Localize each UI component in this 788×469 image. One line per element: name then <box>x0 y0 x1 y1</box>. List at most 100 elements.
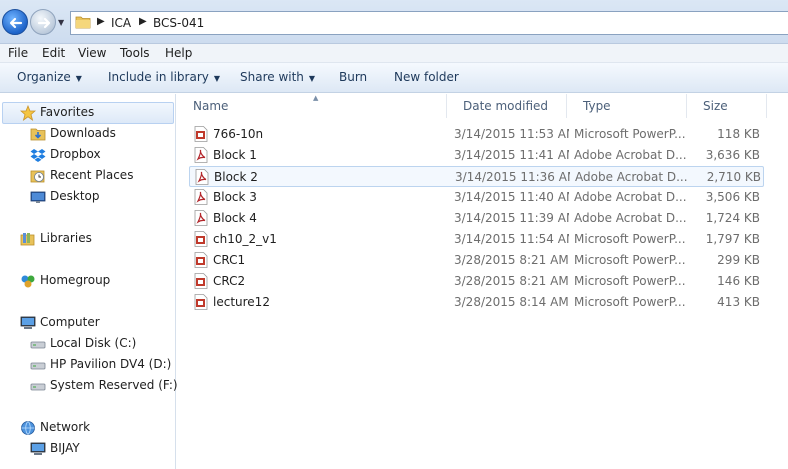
file-name: lecture12 <box>213 295 270 309</box>
file-date-modified: 3/14/2015 11:39 AM <box>454 211 569 225</box>
pdf-icon <box>195 169 209 185</box>
file-date-modified: 3/14/2015 11:41 AM <box>454 148 569 162</box>
file-date-modified: 3/14/2015 11:40 AM <box>454 190 569 204</box>
file-size: 413 KB <box>717 295 760 309</box>
burn-button[interactable]: Burn <box>339 70 367 84</box>
hard-drive-icon <box>30 341 46 349</box>
table-row[interactable]: Block 4 3/14/2015 11:39 AM Adobe Acrobat D… <box>189 208 764 229</box>
file-size: 146 KB <box>717 274 760 288</box>
column-header-name[interactable]: Name <box>177 94 447 118</box>
chevron-down-icon: ▼ <box>213 74 221 83</box>
file-date-modified: 3/14/2015 11:53 AM <box>454 127 569 141</box>
table-row[interactable]: Block 3 3/14/2015 11:40 AM Adobe Acrobat D… <box>189 187 764 208</box>
file-name: CRC1 <box>213 253 246 267</box>
table-row[interactable]: 766-10n 3/14/2015 11:53 AM Microsoft Power… <box>189 124 764 145</box>
file-name: 766-10n <box>213 127 264 141</box>
file-type: Adobe Acrobat D... <box>574 211 686 225</box>
powerpoint-icon <box>194 231 208 247</box>
file-size: 1,724 KB <box>705 211 760 225</box>
share-with-button[interactable]: Share with ▼ <box>240 70 315 84</box>
table-row[interactable]: CRC1 3/28/2015 8:21 AM Microsoft PowerP...… <box>189 250 764 271</box>
command-bar: Organize ▼ Include in library ▼ Share with… <box>0 63 788 93</box>
downloads-folder-icon <box>30 128 46 141</box>
breadcrumb-separator[interactable]: ▶ <box>139 16 147 27</box>
address-bar: ▼ ▶ ICA ▶ BCS-041 <box>0 0 788 44</box>
powerpoint-icon <box>194 273 208 289</box>
homegroup-icon <box>21 275 35 288</box>
pdf-icon <box>194 210 208 226</box>
hard-drive-icon <box>30 383 46 391</box>
network-icon <box>21 421 35 435</box>
arrow-left-icon <box>9 17 23 29</box>
include-in-library-button[interactable]: Include in library ▼ <box>108 70 220 84</box>
file-date-modified: 3/28/2015 8:14 AM <box>454 295 569 309</box>
table-row[interactable]: Block 1 3/14/2015 11:41 AM Adobe Acrobat D… <box>189 145 764 166</box>
file-size: 299 KB <box>717 253 760 267</box>
forward-button[interactable] <box>30 9 56 35</box>
file-type: Microsoft PowerP... <box>574 232 686 246</box>
file-date-modified: 3/14/2015 11:36 AM <box>455 170 570 184</box>
address-box[interactable]: ▶ ICA ▶ BCS-041 <box>70 11 788 35</box>
menu-help[interactable]: Help <box>165 46 192 60</box>
pdf-icon <box>194 147 208 163</box>
pdf-icon <box>194 189 208 205</box>
hard-drive-icon <box>30 362 46 370</box>
file-type: Adobe Acrobat D... <box>574 190 686 204</box>
file-type: Microsoft PowerP... <box>574 274 686 288</box>
breadcrumb-separator[interactable]: ▶ <box>97 16 105 27</box>
column-header-date-modified[interactable]: Date modified <box>447 94 567 118</box>
table-row[interactable]: CRC2 3/28/2015 8:21 AM Microsoft PowerP...… <box>189 271 764 292</box>
column-header-type[interactable]: Type <box>567 94 687 118</box>
powerpoint-icon <box>194 126 208 142</box>
breadcrumb-bcs-041[interactable]: BCS-041 <box>153 16 204 30</box>
file-type: Adobe Acrobat D... <box>575 170 687 184</box>
file-name: Block 2 <box>214 170 258 184</box>
menu-view[interactable]: View <box>78 46 106 60</box>
arrow-right-icon <box>37 17 51 29</box>
file-name: CRC2 <box>213 274 246 288</box>
menu-edit[interactable]: Edit <box>42 46 65 60</box>
desktop-icon <box>30 191 46 203</box>
powerpoint-icon <box>194 252 208 268</box>
organize-button[interactable]: Organize ▼ <box>17 70 82 84</box>
star-icon <box>20 105 36 121</box>
column-header-size[interactable]: Size <box>687 94 767 118</box>
libraries-icon <box>20 233 35 246</box>
file-size: 3,636 KB <box>705 148 760 162</box>
file-size: 1,797 KB <box>705 232 760 246</box>
powerpoint-icon <box>194 294 208 310</box>
file-type: Adobe Acrobat D... <box>574 148 686 162</box>
file-type: Microsoft PowerP... <box>574 295 686 309</box>
menu-file[interactable]: File <box>8 46 28 60</box>
folder-icon <box>75 16 91 29</box>
chevron-down-icon: ▼ <box>75 74 82 83</box>
breadcrumb-ica[interactable]: ICA <box>111 16 131 30</box>
file-name: ch10_2_v1 <box>213 232 277 246</box>
table-row[interactable]: ch10_2_v1 3/14/2015 11:54 AM Microsoft Pow… <box>189 229 764 250</box>
file-type: Microsoft PowerP... <box>574 253 686 267</box>
navigation-pane: Favorites Downloads Dropbox Recent Place… <box>0 94 178 469</box>
file-size: 3,506 KB <box>705 190 760 204</box>
file-size: 118 KB <box>717 127 760 141</box>
table-row[interactable]: Block 2 3/14/2015 11:36 AM Adobe Acrobat D… <box>189 166 764 187</box>
file-name: Block 4 <box>213 211 257 225</box>
chevron-down-icon: ▼ <box>308 74 316 83</box>
file-date-modified: 3/28/2015 8:21 AM <box>454 274 569 288</box>
network-computer-icon <box>30 442 46 455</box>
file-size: 2,710 KB <box>706 170 761 184</box>
recent-pages-dropdown[interactable]: ▼ <box>58 18 64 27</box>
dropbox-icon <box>30 149 46 162</box>
menu-bar: File Edit View Tools Help <box>0 44 788 63</box>
file-date-modified: 3/14/2015 11:54 AM <box>454 232 569 246</box>
file-type: Microsoft PowerP... <box>574 127 686 141</box>
file-date-modified: 3/28/2015 8:21 AM <box>454 253 569 267</box>
computer-icon <box>20 316 36 329</box>
new-folder-button[interactable]: New folder <box>394 70 459 84</box>
file-name: Block 1 <box>213 148 257 162</box>
file-list: ▲ Name Date modified Type Size 766-10n 3/… <box>177 94 788 469</box>
table-row[interactable]: lecture12 3/28/2015 8:14 AM Microsoft Powe… <box>189 292 764 313</box>
file-name: Block 3 <box>213 190 257 204</box>
menu-tools[interactable]: Tools <box>120 46 150 60</box>
recent-places-icon <box>30 170 45 183</box>
back-button[interactable] <box>2 9 28 35</box>
